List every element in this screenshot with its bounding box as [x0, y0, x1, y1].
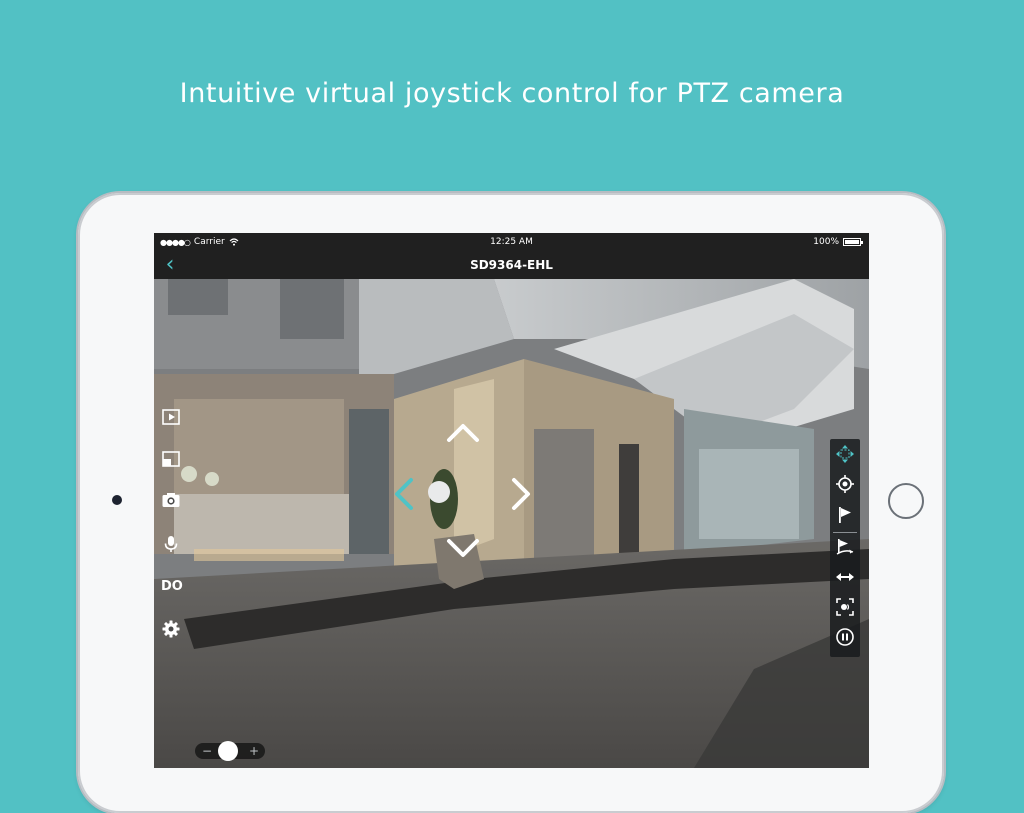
navigation-bar: ‹ SD9364-EHL — [154, 251, 869, 279]
patrol-flag-icon[interactable] — [835, 537, 855, 557]
headline: Intuitive virtual joystick control for P… — [179, 78, 845, 109]
layout-icon[interactable] — [161, 449, 181, 469]
zoom-slider[interactable]: − + — [195, 741, 265, 761]
joystick-down-arrow[interactable] — [446, 537, 480, 559]
ptz-divider — [833, 532, 857, 533]
focus-target-icon[interactable] — [835, 474, 855, 494]
home-button[interactable] — [888, 483, 924, 519]
joystick-left-arrow[interactable] — [393, 477, 415, 511]
auto-focus-icon[interactable] — [835, 597, 855, 617]
camera-title: SD9364-EHL — [470, 258, 553, 272]
pause-icon[interactable] — [835, 627, 855, 647]
joystick-knob[interactable] — [428, 481, 450, 503]
zoom-slider-thumb[interactable] — [218, 741, 238, 761]
digital-output-button[interactable]: DO — [161, 577, 183, 597]
playback-icon[interactable] — [161, 407, 181, 427]
auto-pan-icon[interactable] — [835, 567, 855, 587]
settings-icon[interactable] — [161, 619, 181, 639]
joystick-up-arrow[interactable] — [446, 422, 480, 444]
battery-percent: 100% — [813, 237, 839, 247]
live-view[interactable]: DO − + — [154, 279, 869, 768]
app-screen: ●●●●○ Carrier 12:25 AM 100% ‹ SD9364-EHL — [154, 233, 869, 768]
zoom-in-icon[interactable]: + — [249, 743, 259, 759]
ptz-move-icon[interactable] — [835, 444, 855, 464]
camera-feed-image — [154, 279, 869, 768]
front-camera — [112, 495, 122, 505]
joystick-right-arrow[interactable] — [510, 477, 532, 511]
battery-icon — [843, 238, 863, 246]
status-time: 12:25 AM — [490, 237, 533, 247]
microphone-icon[interactable] — [161, 534, 181, 554]
ptz-control-panel — [830, 439, 860, 657]
status-bar: ●●●●○ Carrier 12:25 AM 100% — [154, 233, 869, 251]
zoom-out-icon[interactable]: − — [202, 743, 212, 759]
snapshot-icon[interactable] — [161, 490, 181, 510]
preset-flag-icon[interactable] — [835, 505, 855, 525]
